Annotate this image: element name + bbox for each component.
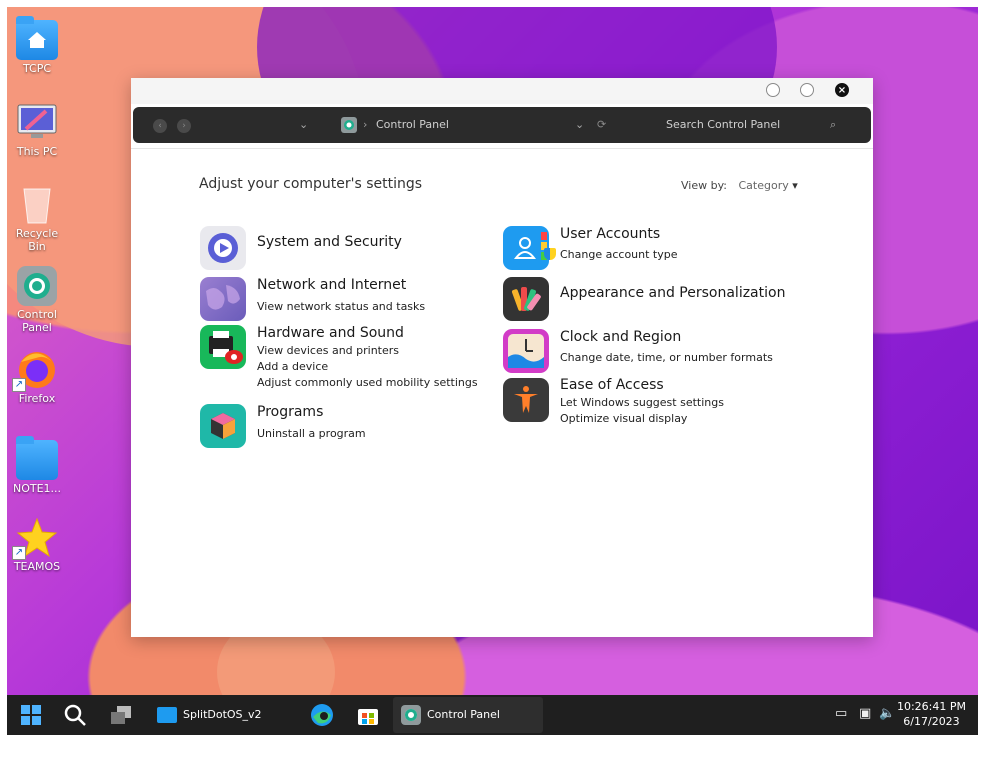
- control-panel-window: × ‹ › ⌄ › Control Panel ⌄ ⟳ Search Contr…: [131, 78, 873, 637]
- category-title[interactable]: Programs: [257, 404, 323, 420]
- category-link[interactable]: Optimize visual display: [560, 412, 687, 425]
- printer-icon: [200, 325, 246, 369]
- title-bar[interactable]: ×: [131, 78, 873, 104]
- category-link[interactable]: Let Windows suggest settings: [560, 396, 724, 409]
- control-panel-icon: [341, 117, 357, 133]
- category-link[interactable]: Adjust commonly used mobility settings: [257, 376, 478, 389]
- desktop-icon-label: Recycle Bin: [15, 227, 59, 253]
- firefox-icon: ↗: [12, 350, 58, 392]
- battery-icon[interactable]: ▭: [835, 706, 847, 721]
- desktop-icon-label: TEAMOS: [13, 560, 61, 573]
- system-clock[interactable]: 10:26:41 PM 6/17/2023: [897, 699, 966, 729]
- desktop-icon-label: Control Panel: [17, 308, 57, 334]
- address-bar: ‹ › ⌄ › Control Panel ⌄ ⟳ Search Control…: [133, 107, 871, 143]
- category-title[interactable]: Clock and Region: [560, 329, 681, 345]
- clock-date: 6/17/2023: [903, 715, 960, 728]
- search-input[interactable]: Search Control Panel: [666, 118, 780, 131]
- clock-icon: [503, 329, 549, 373]
- desktop-icon-label: Firefox: [18, 392, 56, 405]
- task-view-icon[interactable]: [109, 703, 133, 727]
- category-link[interactable]: View devices and printers: [257, 344, 399, 357]
- back-button[interactable]: ‹: [153, 119, 167, 133]
- dropdown-arrow-icon: ▾: [792, 179, 798, 192]
- category-link[interactable]: Add a device: [257, 360, 328, 373]
- category-link[interactable]: Change date, time, or number formats: [560, 351, 773, 364]
- maximize-button[interactable]: [800, 83, 814, 97]
- globe-icon: [200, 277, 246, 321]
- monitor-icon: [16, 103, 58, 143]
- desktop-icon-label: NOTE1...: [12, 482, 62, 495]
- search-icon[interactable]: [63, 703, 87, 727]
- category-title[interactable]: Hardware and Sound: [257, 325, 404, 341]
- view-by-label: View by:: [681, 179, 727, 192]
- search-icon[interactable]: ⌕: [830, 118, 836, 132]
- refresh-icon[interactable]: ⟳: [597, 118, 606, 131]
- category-title[interactable]: User Accounts: [560, 226, 660, 242]
- breadcrumb-separator: ›: [363, 118, 368, 131]
- content-area: Adjust your computer's settings View by:…: [131, 148, 873, 638]
- accessibility-icon: [503, 378, 549, 422]
- gear-icon: [405, 709, 417, 721]
- recent-locations-dropdown[interactable]: ⌄: [299, 118, 308, 131]
- breadcrumb-control-panel[interactable]: Control Panel: [376, 118, 449, 131]
- category-title[interactable]: Ease of Access: [560, 377, 664, 393]
- folder-icon: [16, 436, 58, 480]
- category-title[interactable]: System and Security: [257, 234, 402, 250]
- desktop-icon-tcpc[interactable]: TCPC: [8, 16, 66, 75]
- taskbar-app-control-panel[interactable]: Control Panel: [393, 697, 543, 733]
- home-folder-icon: [16, 16, 58, 60]
- star-icon: ↗: [12, 517, 58, 560]
- clock-time: 10:26:41 PM: [896, 700, 966, 713]
- taskbar-app-label: Control Panel: [427, 708, 500, 721]
- category-link[interactable]: Change account type: [544, 248, 678, 261]
- desktop-icon-control-panel[interactable]: Control Panel: [8, 266, 66, 334]
- forward-button[interactable]: ›: [177, 119, 191, 133]
- desktop-icon-note[interactable]: NOTE1...: [8, 436, 66, 495]
- shortcut-arrow-icon: ↗: [12, 546, 26, 560]
- category-title[interactable]: Network and Internet: [257, 277, 406, 293]
- shortcut-arrow-icon: ↗: [12, 378, 26, 392]
- minimize-button[interactable]: [766, 83, 780, 97]
- address-dropdown[interactable]: ⌄: [575, 118, 584, 131]
- page-title: Adjust your computer's settings: [199, 176, 423, 192]
- shield-gear-icon: [200, 226, 246, 270]
- edge-icon[interactable]: [310, 703, 334, 727]
- desktop-icon-this-pc[interactable]: This PC: [8, 103, 66, 158]
- category-link[interactable]: Uninstall a program: [257, 427, 366, 440]
- start-button[interactable]: [19, 703, 43, 727]
- category-title[interactable]: Appearance and Personalization: [560, 285, 785, 301]
- file-explorer-icon: [157, 707, 177, 723]
- close-button[interactable]: ×: [835, 83, 849, 97]
- uac-shield-icon: [544, 248, 556, 260]
- volume-icon[interactable]: 🔈: [879, 706, 895, 721]
- desktop-icon-recycle-bin[interactable]: Recycle Bin: [8, 185, 66, 253]
- desktop-icon-label: TCPC: [22, 62, 52, 75]
- taskbar-app-file-explorer[interactable]: SplitDotOS_v2 Wall...: [153, 697, 293, 757]
- view-by-dropdown[interactable]: Category ▾: [739, 179, 798, 192]
- desktop-icon-firefox[interactable]: ↗ Firefox: [8, 350, 66, 405]
- view-by-control: View by: Category ▾: [681, 179, 798, 192]
- desktop-icon-teamos[interactable]: ↗ TEAMOS: [8, 517, 66, 573]
- control-panel-icon: [401, 705, 421, 725]
- palette-icon: [503, 277, 549, 321]
- recycle-bin-icon: [16, 185, 58, 225]
- store-icon[interactable]: [356, 703, 380, 727]
- taskbar: SplitDotOS_v2 Wall... Control Panel ▭ ▣ …: [7, 695, 978, 757]
- network-icon[interactable]: ▣: [859, 706, 871, 721]
- control-panel-icon: [16, 266, 58, 306]
- contacts-icon: [503, 226, 549, 270]
- category-link-text: Change account type: [560, 248, 678, 261]
- desktop-icon-label: This PC: [16, 145, 58, 158]
- box-icon: [200, 404, 246, 448]
- category-link[interactable]: View network status and tasks: [257, 300, 425, 313]
- view-by-value: Category: [738, 179, 789, 192]
